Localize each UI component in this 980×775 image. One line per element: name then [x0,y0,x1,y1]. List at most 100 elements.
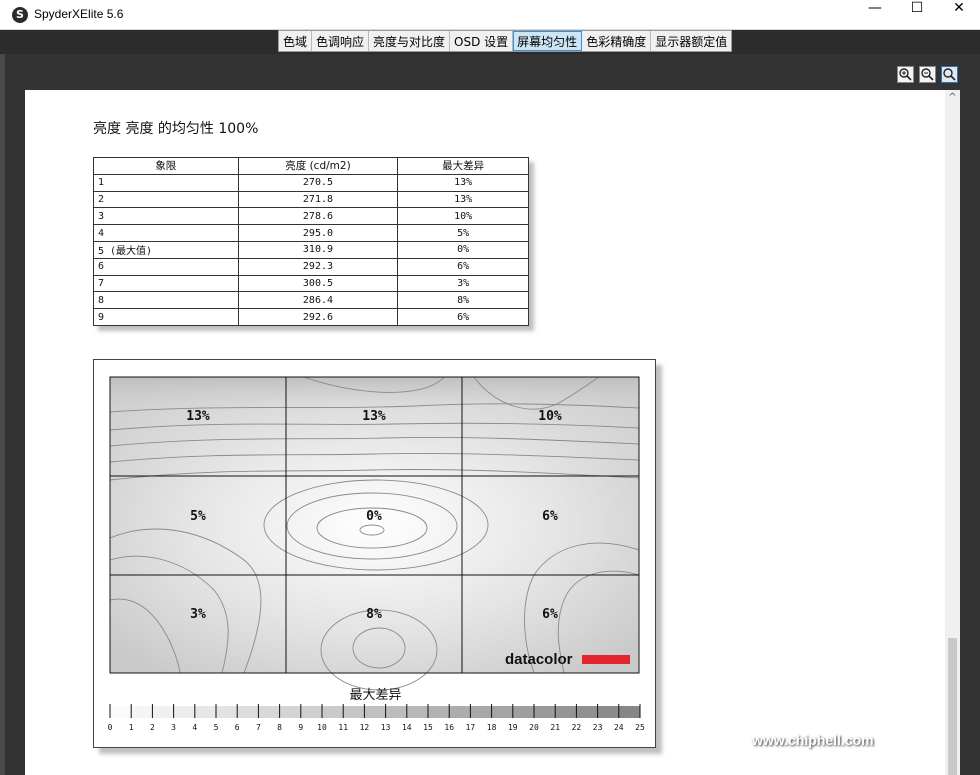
legend-swatch [470,706,492,718]
legend-tick-label: 7 [256,723,261,732]
datacolor-logo-bar [582,655,630,664]
quadrant-label: 0% [366,509,382,524]
legend-swatch [194,706,216,718]
report-title: 亮度 亮度 的均匀性 100% [93,121,259,137]
scroll-up-icon[interactable]: ^ [945,92,960,106]
app-logo-icon: S [12,7,28,23]
luminance-table: 象限 亮度 (cd/m2) 最大差异 1 270.5 13% 2 271.8 13% 3… [93,157,529,326]
zoom-out-icon[interactable] [919,66,936,83]
legend-tick-label: 10 [317,723,327,732]
legend-tick-label: 4 [192,723,197,732]
quadrant-cell: 1 [93,173,239,192]
report-page: 亮度 亮度 的均匀性 100% 象限 亮度 (cd/m2) 最大差异 1 270.… [25,90,945,775]
legend-swatch [237,706,259,718]
quadrant-cell: 7 [93,274,239,293]
close-button[interactable]: ✕ [936,0,980,30]
legend-swatch [152,706,174,718]
difference-cell: 8% [397,291,529,310]
title-bar: S SpyderXElite 5.6 — ☐ ✕ [0,0,980,30]
quadrant-cell: 2 [93,190,239,209]
table-row: 4 295.0 5% [93,224,529,242]
legend-tick-label: 1 [129,723,134,732]
tab-gamut[interactable]: 色域 [279,31,313,51]
legend-swatch [491,706,513,718]
quadrant-cell: 6 [93,257,239,276]
luminance-cell: 286.4 [237,291,399,310]
quadrant-cell: 5 (最大值) [93,240,239,259]
vertical-scrollbar[interactable]: ^ [945,90,960,775]
legend-swatch [131,706,153,718]
legend-swatch [576,706,598,718]
luminance-cell: 310.9 [237,240,399,259]
difference-cell: 6% [397,308,529,326]
minimize-button[interactable]: — [852,0,898,30]
column-header-luminance: 亮度 (cd/m2) [237,157,399,175]
legend-tick-label: 5 [214,723,219,732]
luminance-cell: 295.0 [237,224,399,242]
legend-tick-label: 23 [593,723,603,732]
quadrant-cell: 8 [93,291,239,310]
quadrant-label: 3% [190,607,206,622]
tab-osd-settings[interactable]: OSD 设置 [450,31,514,51]
difference-cell: 6% [397,257,529,276]
table-header-row: 象限 亮度 (cd/m2) 最大差异 [93,157,529,175]
legend-swatch [279,706,301,718]
quadrant-label: 10% [538,409,562,424]
quadrant-label: 6% [542,509,558,524]
zoom-fit-icon[interactable] [941,66,958,83]
quadrant-label: 5% [190,509,206,524]
tab-screen-uniformity[interactable]: 屏幕均匀性 [513,31,583,51]
tab-brightness-contrast[interactable]: 亮度与对比度 [369,31,451,51]
table-row: 5 (最大值) 310.9 0% [93,240,529,259]
legend-tick-label: 16 [444,723,454,732]
legend-swatch [300,706,322,718]
table-row: 6 292.3 6% [93,257,529,276]
legend-swatch [385,706,407,718]
legend-swatch [449,706,471,718]
legend-swatch [216,706,238,718]
legend-tick-label: 14 [402,723,412,732]
luminance-cell: 278.6 [237,207,399,226]
legend-swatch [364,706,386,718]
tab-color-accuracy[interactable]: 色彩精确度 [582,31,652,51]
table-row: 8 286.4 8% [93,291,529,310]
difference-cell: 13% [397,173,529,192]
difference-cell: 10% [397,207,529,226]
luminance-cell: 271.8 [237,190,399,209]
difference-cell: 5% [397,224,529,242]
legend-scale: 0 1 2 3 4 5 6 7 8 9 10 11 12 13 14 15 16 17 18 19 20 21 22 23 24… [108,704,645,732]
quadrant-label: 6% [542,607,558,622]
legend-swatch [618,706,640,718]
legend-tick-label: 3 [171,723,176,732]
table-row: 1 270.5 13% [93,173,529,192]
legend-tick-label: 6 [235,723,240,732]
difference-cell: 13% [397,190,529,209]
difference-cell: 0% [397,240,529,259]
tab-bar: 色域 色调响应 亮度与对比度 OSD 设置 屏幕均匀性 色彩精确度 显示器额定值 [0,30,980,54]
luminance-cell: 292.6 [237,308,399,326]
tab-strip: 色域 色调响应 亮度与对比度 OSD 设置 屏幕均匀性 色彩精确度 显示器额定值 [278,30,733,52]
legend-swatch [322,706,344,718]
legend-tick-label: 19 [508,723,518,732]
tab-tone-response[interactable]: 色调响应 [312,31,370,51]
zoom-in-icon[interactable] [897,66,914,83]
legend-swatch [555,706,577,718]
legend-tick-label: 24 [614,723,624,732]
legend-tick-label: 12 [360,723,370,732]
legend-tick-label: 17 [466,723,476,732]
scrollbar-thumb[interactable] [948,638,957,775]
legend-swatch [173,706,195,718]
quadrant-cell: 3 [93,207,239,226]
maximize-button[interactable]: ☐ [894,0,940,30]
datacolor-logo: datacolor [505,651,573,668]
table-row: 2 271.8 13% [93,190,529,209]
table-row: 9 292.6 6% [93,308,529,326]
tab-monitor-rating[interactable]: 显示器额定值 [651,31,731,51]
quadrant-label: 13% [362,409,386,424]
luminance-cell: 270.5 [237,173,399,192]
legend-swatch [343,706,365,718]
table-row: 7 300.5 3% [93,274,529,293]
watermark-text: www.chiphell.com [752,732,874,748]
legend-tick-label: 11 [338,723,348,732]
legend-tick-label: 8 [277,723,282,732]
